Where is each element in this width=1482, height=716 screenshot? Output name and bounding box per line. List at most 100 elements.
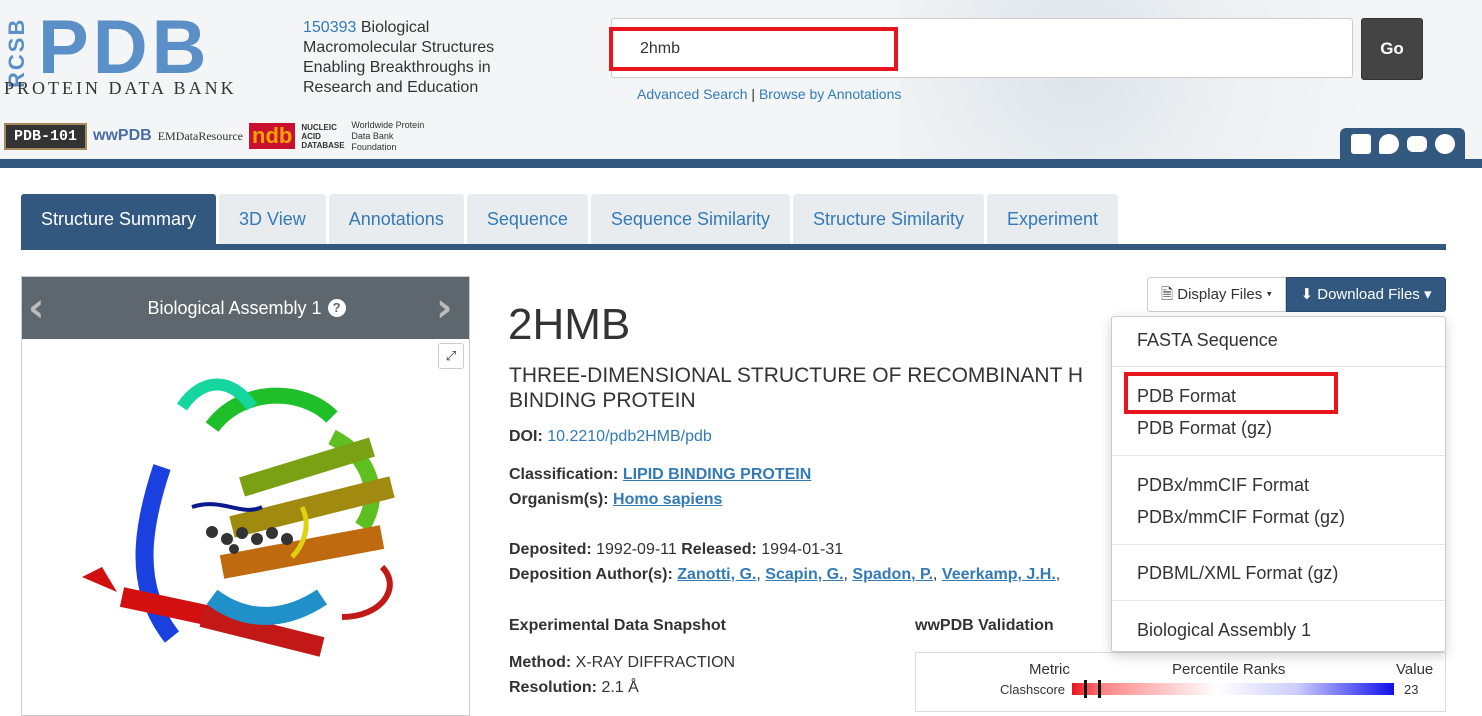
- viewer-header: Biological Assembly 1?: [22, 277, 469, 339]
- entry-id: 2HMB: [508, 300, 631, 349]
- file-icon: 🗎: [1161, 286, 1174, 303]
- display-files-button[interactable]: 🗎 Display Files ▾: [1147, 277, 1286, 312]
- site-header: RCSB PDB PROTEIN DATA BANK 150393 Biolog…: [0, 0, 1482, 159]
- menu-divider: [1112, 600, 1445, 601]
- entry-title-line2: BINDING PROTEIN: [509, 389, 696, 412]
- validation-col-value: Value: [1396, 661, 1434, 678]
- tab-sequence[interactable]: Sequence: [466, 194, 588, 244]
- social-links: [1340, 128, 1465, 159]
- site-tagline: 150393 Biological Macromolecular Structu…: [303, 18, 513, 98]
- rcsb-pdb-logo[interactable]: RCSB PDB PROTEIN DATA BANK: [4, 5, 294, 102]
- download-icon: ⬇: [1300, 286, 1314, 303]
- classification-link[interactable]: LIPID BINDING PROTEIN: [623, 466, 811, 483]
- tab-structure-summary[interactable]: Structure Summary: [21, 194, 217, 244]
- resolution-value: 2.1 Å: [601, 679, 639, 696]
- download-files-menu: FASTA Sequence PDB Format PDB Format (gz…: [1111, 316, 1446, 652]
- ndb-logo-text: NUCLEIC ACID DATABASE: [301, 122, 345, 150]
- tab-experiment[interactable]: Experiment: [987, 194, 1119, 244]
- author-link[interactable]: Zanotti, G.: [677, 566, 756, 583]
- tab-3d-view[interactable]: 3D View: [219, 194, 326, 244]
- percentile-bar: [1072, 683, 1394, 695]
- search-annotation-highlight: [609, 27, 898, 71]
- doi-label: DOI:: [509, 428, 543, 445]
- released-value: 1994-01-31: [761, 541, 844, 558]
- menu-item-mmcif[interactable]: PDBx/mmCIF Format: [1137, 475, 1309, 496]
- structure-count-link[interactable]: 150393: [303, 19, 356, 36]
- validation-title: wwPDB Validation: [915, 617, 1054, 634]
- chevron-right-icon[interactable]: ›: [436, 288, 452, 328]
- github-icon[interactable]: [1434, 133, 1455, 154]
- percentile-marker: [1098, 680, 1101, 698]
- entry-title-line1: THREE-DIMENSIONAL STRUCTURE OF RECOMBINA…: [509, 364, 1084, 387]
- menu-divider: [1112, 366, 1445, 367]
- validation-col-metric: Metric: [1029, 661, 1070, 678]
- search-links: Advanced Search | Browse by Annotations: [637, 86, 901, 102]
- author-link[interactable]: Scapin, G.: [765, 566, 843, 583]
- pdb101-logo[interactable]: PDB-101: [4, 122, 88, 150]
- entry-tabs: Structure Summary 3D View Annotations Se…: [21, 194, 1119, 244]
- protein-structure-image[interactable]: [62, 367, 442, 707]
- emdataresource-logo[interactable]: EMDataResource: [158, 129, 243, 144]
- doi-row: DOI: 10.2210/pdb2HMB/pdb: [509, 428, 712, 446]
- menu-divider: [1112, 455, 1445, 456]
- classification-row: Classification: LIPID BINDING PROTEIN: [509, 466, 811, 484]
- method-row: Method: X-RAY DIFFRACTION: [509, 654, 735, 672]
- menu-item-mmcif-gz[interactable]: PDBx/mmCIF Format (gz): [1137, 507, 1345, 528]
- facebook-icon[interactable]: [1350, 133, 1371, 154]
- logo-subtitle: PROTEIN DATA BANK: [4, 78, 237, 98]
- menu-item-biological-assembly[interactable]: Biological Assembly 1: [1137, 620, 1311, 641]
- resolution-label: Resolution:: [509, 679, 597, 696]
- advanced-search-link[interactable]: Advanced Search: [637, 86, 748, 102]
- method-value: X-RAY DIFFRACTION: [575, 654, 736, 671]
- organism-row: Organism(s): Homo sapiens: [509, 491, 722, 509]
- authors-label: Deposition Author(s):: [509, 566, 673, 583]
- deposited-label: Deposited:: [509, 541, 592, 558]
- menu-divider: [1112, 544, 1445, 545]
- percentile-marker: [1084, 680, 1087, 698]
- author-link[interactable]: Spadon, P.: [852, 566, 933, 583]
- download-files-button[interactable]: ⬇ Download Files ▾: [1286, 277, 1446, 312]
- header-bottom-bar: [0, 159, 1482, 168]
- doi-link[interactable]: 10.2210/pdb2HMB/pdb: [547, 428, 712, 445]
- chevron-left-icon[interactable]: ‹: [28, 288, 44, 328]
- tab-underline: [21, 244, 1446, 250]
- display-files-label: Display Files: [1177, 286, 1263, 303]
- search-links-separator: |: [747, 86, 759, 102]
- menu-item-pdbml[interactable]: PDBML/XML Format (gz): [1137, 563, 1338, 584]
- dates-row: Deposited: 1992-09-11 Released: 1994-01-…: [509, 541, 843, 559]
- search-go-button[interactable]: Go: [1361, 18, 1423, 80]
- author-link[interactable]: Veerkamp, J.H.: [942, 566, 1056, 583]
- menu-item-pdb-format-gz[interactable]: PDB Format (gz): [1137, 418, 1272, 439]
- twitter-icon[interactable]: [1378, 133, 1399, 154]
- wwpdb-logo[interactable]: wwPDB: [93, 127, 152, 145]
- tab-annotations[interactable]: Annotations: [328, 194, 464, 244]
- method-label: Method:: [509, 654, 572, 671]
- released-label: Released:: [681, 541, 757, 558]
- browse-annotations-link[interactable]: Browse by Annotations: [759, 86, 901, 102]
- youtube-icon[interactable]: [1406, 135, 1427, 152]
- resolution-row: Resolution: 2.1 Å: [509, 679, 639, 697]
- wwpdb-foundation-logo[interactable]: Worldwide Protein Data Bank Foundation: [351, 120, 431, 153]
- snapshot-title: Experimental Data Snapshot: [509, 617, 726, 634]
- help-icon[interactable]: ?: [327, 299, 346, 317]
- download-files-label: Download Files: [1317, 286, 1420, 303]
- menu-item-fasta[interactable]: FASTA Sequence: [1137, 330, 1278, 351]
- authors-row: Deposition Author(s): Zanotti, G., Scapi…: [509, 566, 1061, 583]
- caret-down-icon: ▾: [1266, 286, 1272, 303]
- entry-title: THREE-DIMENSIONAL STRUCTURE OF RECOMBINA…: [509, 363, 1139, 413]
- organism-label: Organism(s):: [509, 491, 609, 508]
- organism-link[interactable]: Homo sapiens: [613, 491, 722, 508]
- classification-label: Classification:: [509, 466, 619, 483]
- validation-metric-value: 23: [1404, 682, 1419, 697]
- viewer-title: Biological Assembly 1: [147, 298, 322, 318]
- tab-sequence-similarity[interactable]: Sequence Similarity: [590, 194, 790, 244]
- caret-down-icon: ▾: [1423, 286, 1432, 303]
- validation-col-percentile: Percentile Ranks: [1172, 661, 1286, 678]
- validation-slider[interactable]: Metric Percentile Ranks Value Clashscore…: [915, 652, 1446, 712]
- expand-icon[interactable]: ⤢: [438, 343, 464, 369]
- assembly-viewer: Biological Assembly 1? ‹ › ⤢: [21, 276, 470, 716]
- validation-metric-name: Clashscore: [1000, 682, 1066, 697]
- ndb-logo[interactable]: ndb: [249, 123, 296, 149]
- tab-structure-similarity[interactable]: Structure Similarity: [792, 194, 985, 244]
- deposited-value: 1992-09-11: [596, 541, 677, 558]
